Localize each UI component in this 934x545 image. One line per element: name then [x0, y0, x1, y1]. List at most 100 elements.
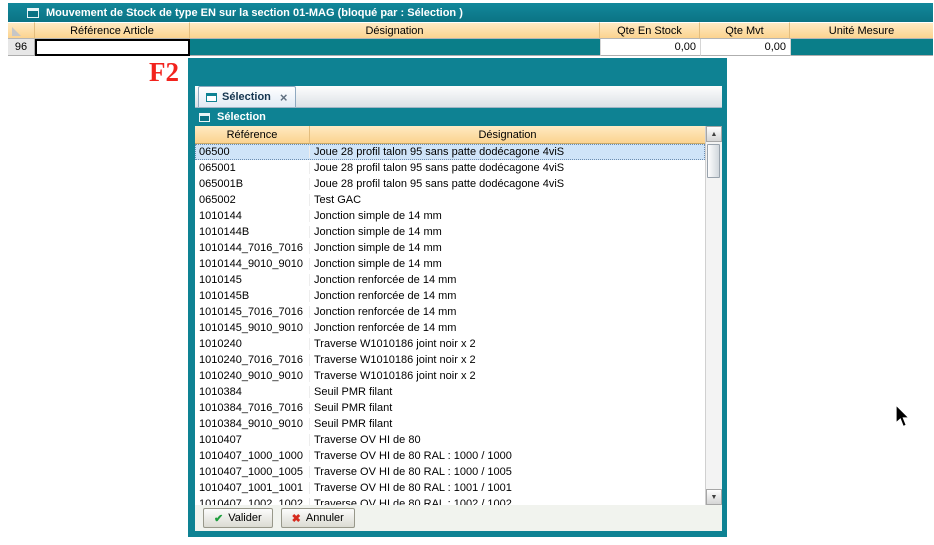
selection-row[interactable]: 1010407_1001_1001 Traverse OV HI de 80 R…	[195, 480, 705, 496]
selection-row-designation: Jonction renforcée de 14 mm	[310, 290, 705, 302]
selection-row[interactable]: 1010145B Jonction renforcée de 14 mm	[195, 288, 705, 304]
col-header-reference-article[interactable]: Référence Article	[35, 22, 190, 39]
selection-row[interactable]: 1010240 Traverse W1010186 joint noir x 2	[195, 336, 705, 352]
selection-row-designation: Joue 28 profil talon 95 sans patte dodéc…	[310, 146, 705, 158]
selection-row-designation: Seuil PMR filant	[310, 386, 705, 398]
selection-row-reference: 065001B	[195, 178, 310, 190]
selection-row[interactable]: 1010407_1000_1000 Traverse OV HI de 80 R…	[195, 448, 705, 464]
selection-row[interactable]: 06500 Joue 28 profil talon 95 sans patte…	[195, 144, 705, 160]
scroll-up-button[interactable]: ▲	[706, 126, 722, 142]
scrollbar-track[interactable]	[706, 142, 722, 489]
selection-row-designation: Traverse W1010186 joint noir x 2	[310, 338, 705, 350]
selection-row-reference: 1010145_7016_7016	[195, 306, 310, 318]
vertical-scrollbar[interactable]: ▲ ▼	[705, 126, 722, 505]
dialog-button-bar: ✔ Valider ✖ Annuler	[195, 505, 722, 531]
row-number-cell[interactable]: 96	[8, 39, 35, 56]
col-header-reference[interactable]: Référence	[195, 126, 310, 144]
selection-row[interactable]: 1010384_7016_7016 Seuil PMR filant	[195, 400, 705, 416]
scrollbar-thumb[interactable]	[707, 144, 720, 178]
selection-row[interactable]: 1010145 Jonction renforcée de 14 mm	[195, 272, 705, 288]
selection-row-designation: Traverse OV HI de 80 RAL : 1001 / 1001	[310, 482, 705, 494]
cancel-icon: ✖	[292, 512, 301, 525]
selection-row-reference: 1010384	[195, 386, 310, 398]
tab-close-icon[interactable]: ×	[280, 91, 288, 104]
scroll-down-button[interactable]: ▼	[706, 489, 722, 505]
selection-row-reference: 1010407_1001_1001	[195, 482, 310, 494]
selection-row[interactable]: 1010145_7016_7016 Jonction renforcée de …	[195, 304, 705, 320]
selection-row-designation: Traverse OV HI de 80 RAL : 1002 / 1002	[310, 498, 705, 505]
selection-table-header: Référence Désignation	[195, 126, 705, 144]
selection-row-reference: 1010144_9010_9010	[195, 258, 310, 270]
selection-row-designation: Jonction simple de 14 mm	[310, 258, 705, 270]
check-icon: ✔	[214, 512, 223, 525]
selection-row[interactable]: 1010144_7016_7016 Jonction simple de 14 …	[195, 240, 705, 256]
selection-row-designation: Traverse W1010186 joint noir x 2	[310, 370, 705, 382]
selection-row-reference: 1010407_1002_1002	[195, 498, 310, 505]
selection-row[interactable]: 1010144B Jonction simple de 14 mm	[195, 224, 705, 240]
corner-triangle-icon	[12, 27, 21, 36]
selection-row[interactable]: 1010240_9010_9010 Traverse W1010186 join…	[195, 368, 705, 384]
main-table-header: Référence Article Désignation Qte En Sto…	[8, 22, 933, 39]
selection-row[interactable]: 1010145_9010_9010 Jonction renforcée de …	[195, 320, 705, 336]
selection-row[interactable]: 1010384_9010_9010 Seuil PMR filant	[195, 416, 705, 432]
selection-row-reference: 1010240_9010_9010	[195, 370, 310, 382]
col-header-designation-dialog[interactable]: Désignation	[310, 126, 705, 144]
selection-row-reference: 1010407_1000_1000	[195, 450, 310, 462]
selection-row-designation: Traverse OV HI de 80 RAL : 1000 / 1000	[310, 450, 705, 462]
selection-row-reference: 1010144	[195, 210, 310, 222]
selection-row-designation: Jonction simple de 14 mm	[310, 210, 705, 222]
selection-row-reference: 1010407_1000_1005	[195, 466, 310, 478]
selection-row-designation: Traverse OV HI de 80 RAL : 1000 / 1005	[310, 466, 705, 478]
valider-button[interactable]: ✔ Valider	[203, 508, 273, 528]
dialog-titlebar-icon	[199, 113, 210, 122]
dialog-tabbar: Sélection ×	[195, 86, 722, 108]
selection-row-reference: 1010145	[195, 274, 310, 286]
selection-dialog: Sélection × Sélection Référence Désignat…	[188, 58, 727, 537]
qte-mvt-cell[interactable]: 0,00	[700, 39, 790, 56]
selection-row-designation: Jonction renforcée de 14 mm	[310, 306, 705, 318]
col-header-unite-mesure[interactable]: Unité Mesure	[790, 22, 933, 39]
qte-en-stock-cell[interactable]: 0,00	[600, 39, 700, 56]
selection-row[interactable]: 065001 Joue 28 profil talon 95 sans patt…	[195, 160, 705, 176]
window-title: Mouvement de Stock de type EN sur la sec…	[46, 7, 463, 19]
selection-row-reference: 1010240	[195, 338, 310, 350]
reference-article-input[interactable]	[35, 39, 190, 56]
selection-row-reference: 1010407	[195, 434, 310, 446]
tab-label: Sélection	[222, 91, 271, 103]
col-header-qte-mvt[interactable]: Qte Mvt	[700, 22, 790, 39]
selection-row-reference: 1010144B	[195, 226, 310, 238]
selection-row[interactable]: 1010240_7016_7016 Traverse W1010186 join…	[195, 352, 705, 368]
unite-mesure-cell[interactable]	[790, 39, 933, 56]
annuler-button-label: Annuler	[306, 512, 344, 524]
designation-cell[interactable]	[190, 39, 600, 56]
selection-row[interactable]: 1010384 Seuil PMR filant	[195, 384, 705, 400]
selection-row[interactable]: 1010144 Jonction simple de 14 mm	[195, 208, 705, 224]
selection-row-designation: Test GAC	[310, 194, 705, 206]
selection-row[interactable]: 1010144_9010_9010 Jonction simple de 14 …	[195, 256, 705, 272]
selection-row-reference: 1010240_7016_7016	[195, 354, 310, 366]
selection-row[interactable]: 1010407_1000_1005 Traverse OV HI de 80 R…	[195, 464, 705, 480]
window-icon	[27, 8, 39, 18]
col-header-designation[interactable]: Désignation	[190, 22, 600, 39]
selection-row-designation: Jonction renforcée de 14 mm	[310, 274, 705, 286]
selection-row-designation: Traverse W1010186 joint noir x 2	[310, 354, 705, 366]
selection-row[interactable]: 1010407_1002_1002 Traverse OV HI de 80 R…	[195, 496, 705, 505]
selection-row[interactable]: 065001B Joue 28 profil talon 95 sans pat…	[195, 176, 705, 192]
selection-row[interactable]: 1010407 Traverse OV HI de 80	[195, 432, 705, 448]
annuler-button[interactable]: ✖ Annuler	[281, 508, 355, 528]
selection-row-reference: 1010144_7016_7016	[195, 242, 310, 254]
valider-button-label: Valider	[228, 512, 261, 524]
selection-row-reference: 1010145B	[195, 290, 310, 302]
selection-row-designation: Traverse OV HI de 80	[310, 434, 705, 446]
col-header-qte-en-stock[interactable]: Qte En Stock	[600, 22, 700, 39]
selection-row[interactable]: 065002 Test GAC	[195, 192, 705, 208]
selection-row-designation: Joue 28 profil talon 95 sans patte dodéc…	[310, 178, 705, 190]
tab-selection[interactable]: Sélection ×	[198, 86, 296, 107]
form-icon	[206, 93, 217, 102]
selection-row-designation: Jonction simple de 14 mm	[310, 242, 705, 254]
table-corner-cell[interactable]	[8, 22, 35, 39]
selection-row-reference: 1010384_7016_7016	[195, 402, 310, 414]
f2-annotation: F2	[149, 57, 179, 88]
selection-row-reference: 1010145_9010_9010	[195, 322, 310, 334]
selection-table-body: 06500 Joue 28 profil talon 95 sans patte…	[195, 144, 705, 505]
